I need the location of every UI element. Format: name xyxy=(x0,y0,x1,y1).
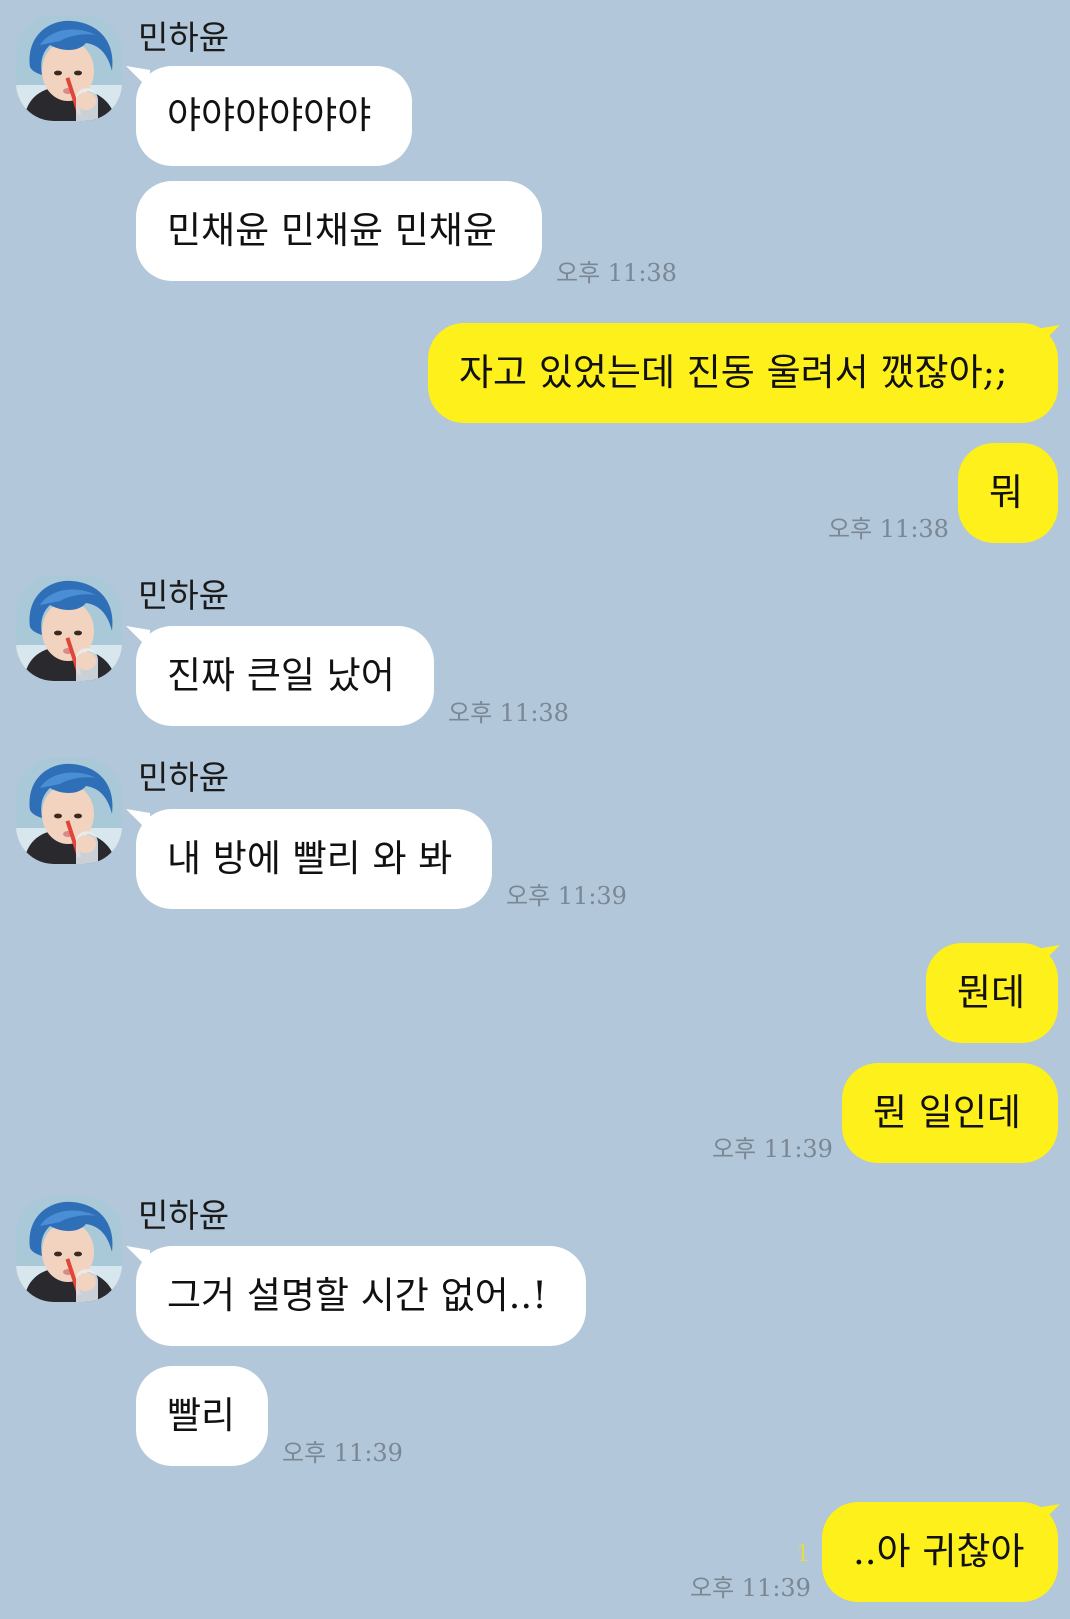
message-timestamp: 오후 11:39 xyxy=(690,1574,811,1602)
message-timestamp: 오후 11:39 xyxy=(282,1439,403,1467)
profile-photo-icon xyxy=(16,575,122,681)
sender-avatar[interactable] xyxy=(16,15,122,121)
outgoing-message[interactable]: 자고 있었는데 진동 울려서 깼잖아;; xyxy=(428,323,1058,423)
message-timestamp: 오후 11:38 xyxy=(556,259,677,287)
outgoing-message[interactable]: 뭐 xyxy=(958,443,1058,543)
message-timestamp: 오후 11:38 xyxy=(828,515,949,543)
outgoing-message[interactable]: 뭔데 xyxy=(926,943,1058,1043)
message-timestamp: 오후 11:38 xyxy=(448,699,569,727)
sender-name: 민하윤 xyxy=(138,758,230,797)
sender-name: 민하윤 xyxy=(138,1196,230,1235)
profile-photo-icon xyxy=(16,15,122,121)
unread-count: 1 xyxy=(796,1542,810,1567)
message-timestamp: 오후 11:39 xyxy=(506,882,627,910)
incoming-message[interactable]: 그거 설명할 시간 없어..! xyxy=(136,1246,586,1346)
message-timestamp: 오후 11:39 xyxy=(712,1135,833,1163)
sender-name: 민하윤 xyxy=(138,576,230,615)
chat-view: 민하윤 야야야야야야 민채윤 민채윤 민채윤 오후 11:38 자고 있었는데 … xyxy=(0,0,1070,1619)
outgoing-message[interactable]: 뭔 일인데 xyxy=(842,1063,1058,1163)
profile-photo-icon xyxy=(16,1196,122,1302)
incoming-message[interactable]: 빨리 xyxy=(136,1366,268,1466)
incoming-message[interactable]: 민채윤 민채윤 민채윤 xyxy=(136,181,542,281)
incoming-message[interactable]: 야야야야야야 xyxy=(136,66,412,166)
sender-avatar[interactable] xyxy=(16,575,122,681)
incoming-message[interactable]: 진짜 큰일 났어 xyxy=(136,626,434,726)
profile-photo-icon xyxy=(16,758,122,864)
sender-avatar[interactable] xyxy=(16,1196,122,1302)
sender-name: 민하윤 xyxy=(138,18,230,57)
outgoing-message[interactable]: ..아 귀찮아 xyxy=(822,1502,1058,1602)
sender-avatar[interactable] xyxy=(16,758,122,864)
incoming-message[interactable]: 내 방에 빨리 와 봐 xyxy=(136,809,492,909)
